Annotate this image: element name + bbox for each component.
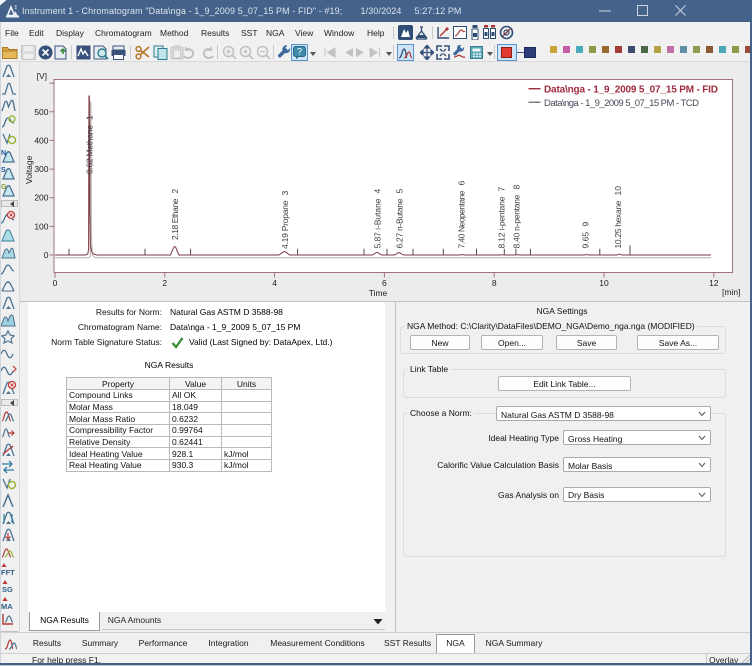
svg-text:3: 3 [280, 191, 290, 196]
svg-text:100: 100 [34, 221, 48, 231]
svg-text:S: S [1, 167, 6, 174]
svg-text:1: 1 [85, 115, 95, 120]
svg-text:10: 10 [613, 186, 623, 196]
svg-text:7: 7 [496, 187, 506, 192]
svg-text:Data\nga - 1_9_2009 5_07_15 PM: Data\nga - 1_9_2009 5_07_15 PM - TCD [544, 98, 699, 109]
svg-text:8.40 n-pentane: 8.40 n-pentane [512, 194, 522, 248]
svg-text:7.40 Neopentane: 7.40 Neopentane [457, 190, 467, 248]
svg-text:0.62 Methane: 0.62 Methane [85, 125, 95, 174]
svg-text:Data\nga - 1_9_2009 5_07_15 PM: Data\nga - 1_9_2009 5_07_15 PM - FID [544, 85, 718, 96]
svg-text:12: 12 [709, 278, 719, 288]
svg-text:FFT: FFT [1, 568, 15, 577]
svg-text:8.12 i-pentane: 8.12 i-pentane [496, 196, 506, 248]
svg-text:6: 6 [457, 181, 467, 186]
svg-text:0: 0 [44, 250, 49, 260]
svg-text:200: 200 [34, 193, 48, 203]
svg-text:9: 9 [580, 222, 590, 227]
svg-text:Voltage: Voltage [24, 155, 34, 184]
svg-text:8: 8 [512, 185, 522, 190]
svg-text:5.87 i-Butane: 5.87 i-Butane [373, 198, 383, 248]
svg-text:MA: MA [1, 602, 13, 611]
svg-text:8: 8 [492, 278, 497, 288]
svg-text:5: 5 [395, 189, 405, 194]
svg-text:2: 2 [170, 189, 180, 194]
svg-text:?: ? [297, 47, 302, 57]
svg-text:10.25 hexane: 10.25 hexane [613, 200, 623, 248]
svg-text:10: 10 [599, 278, 609, 288]
svg-text:2: 2 [162, 278, 167, 288]
svg-text:0: 0 [53, 278, 58, 288]
svg-text:2.18 Ethane: 2.18 Ethane [170, 198, 180, 240]
svg-text:6: 6 [382, 278, 387, 288]
svg-text:300: 300 [34, 164, 48, 174]
svg-text:SG: SG [2, 585, 13, 594]
svg-text:4: 4 [272, 278, 277, 288]
svg-text:N: N [1, 150, 6, 157]
svg-text:Time: Time [369, 288, 388, 298]
svg-text:500: 500 [34, 107, 48, 117]
svg-text:G: G [1, 184, 7, 191]
svg-text:6.27 n-Butane: 6.27 n-Butane [395, 198, 405, 248]
svg-text:[min]: [min] [722, 287, 740, 297]
svg-text:4: 4 [373, 189, 383, 194]
svg-text:[V]: [V] [37, 71, 47, 81]
svg-text:9.65: 9.65 [580, 232, 590, 249]
svg-text:400: 400 [34, 135, 48, 145]
svg-text:4.19 Propane: 4.19 Propane [280, 200, 290, 249]
